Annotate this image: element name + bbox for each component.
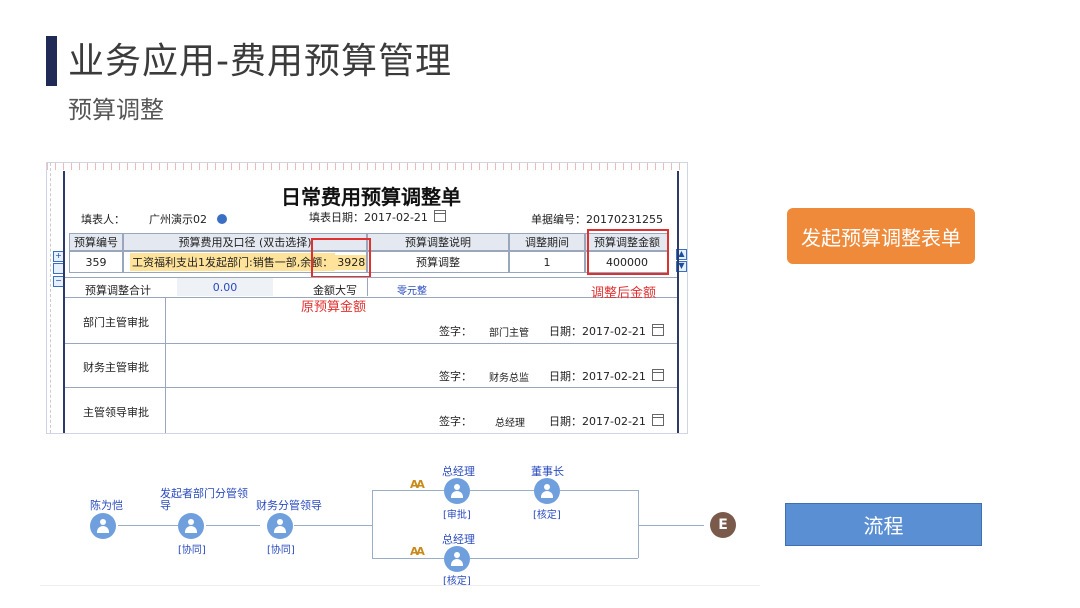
approval-date-leader: 日期：2017-02-21 [549, 413, 664, 429]
approval-label-finance: 财务主管审批 [83, 361, 149, 374]
divider [165, 297, 166, 433]
wf-node4-tag: [核定] [533, 510, 561, 521]
flow-connector [372, 558, 444, 559]
calendar-icon[interactable] [651, 324, 664, 336]
fill-date-label: 填表日期： [309, 211, 364, 224]
flow-connector [206, 525, 260, 526]
wf-node2-tag: [协同] [267, 545, 295, 556]
page-subtitle: 预算调整 [68, 96, 164, 124]
highlight-original-balance [311, 238, 371, 278]
flow-connector [294, 525, 372, 526]
wf-node1-name: 发起者部门分管领导 [160, 487, 248, 512]
calendar-icon[interactable] [433, 210, 446, 222]
start-budget-adjustment-button[interactable]: 发起预算调整表单 [787, 208, 975, 264]
group-icon[interactable] [267, 513, 293, 539]
divider [65, 297, 677, 298]
date-value: 2017-02-21 [582, 415, 646, 428]
person-icon[interactable] [90, 513, 116, 539]
approval-date-dept: 日期：2017-02-21 [549, 323, 664, 339]
fill-date-value: 2017-02-21 [364, 211, 428, 224]
calendar-icon[interactable] [651, 369, 664, 381]
wf-start-name: 陈为恺 [90, 499, 123, 512]
date-value: 2017-02-21 [582, 325, 646, 338]
end-node[interactable]: E [710, 512, 736, 538]
flow-connector [470, 558, 638, 559]
flow-connector [118, 525, 178, 526]
flow-connector [372, 490, 444, 491]
sign-label-finance: 签字： [439, 370, 472, 383]
approval-sign-icon: Ꜳ [410, 478, 425, 491]
form-title: 日常费用预算调整单 [281, 185, 461, 209]
col-header-period: 调整期间 [509, 233, 585, 251]
group-icon[interactable] [444, 546, 470, 572]
flow-connector [470, 490, 534, 491]
cell-description[interactable]: 预算调整 [367, 251, 509, 273]
divider [40, 585, 760, 586]
col-header-description: 预算调整说明 [367, 233, 509, 251]
signer-dept: 部门主管 [489, 328, 529, 339]
flow-button[interactable]: 流程 [785, 503, 982, 546]
doc-number-value: 20170231255 [586, 213, 663, 226]
approval-sign-icon: Ꜳ [410, 545, 425, 558]
budget-adjustment-form: + − ▲ ▼ 日常费用预算调整单 填表人： 广州演示02 填表日期：2017-… [46, 162, 688, 434]
group-icon[interactable] [534, 478, 560, 504]
approval-label-dept: 部门主管审批 [83, 316, 149, 329]
divider [65, 343, 677, 344]
coordination-icon[interactable] [178, 513, 204, 539]
total-label: 预算调整合计 [85, 284, 151, 297]
annotation-original-balance: 原预算金额 [301, 300, 367, 315]
signer-finance: 财务总监 [489, 373, 529, 384]
flow-connector [638, 525, 704, 526]
sign-label-leader: 签字： [439, 415, 472, 428]
filler-label: 填表人： [81, 213, 125, 226]
fill-date: 填表日期：2017-02-21 [309, 209, 446, 225]
wf-node1-tag: [协同] [178, 545, 206, 556]
flow-connector [638, 490, 639, 558]
date-label: 日期： [549, 325, 582, 338]
doc-number-label: 单据编号： [531, 213, 586, 226]
divider [65, 277, 677, 278]
date-value: 2017-02-21 [582, 370, 646, 383]
sign-label-dept: 签字： [439, 325, 472, 338]
signer-leader: 总经理 [495, 418, 525, 429]
wf-node3-name: 总经理 [442, 465, 475, 478]
user-icon [216, 214, 227, 224]
cell-budget-no[interactable]: 359 [69, 251, 123, 273]
filler-value: 广州演示02 [149, 211, 227, 227]
approval-date-finance: 日期：2017-02-21 [549, 368, 664, 384]
total-value: 0.00 [177, 278, 273, 296]
highlight-adjusted-amount [587, 229, 669, 275]
amount-upper-value: 零元整 [397, 286, 427, 297]
page-title: 业务应用-费用预算管理 [68, 41, 452, 82]
calendar-icon[interactable] [651, 414, 664, 426]
budget-item-text: 工资福利支出1发起部门:销售一部,余额： [130, 253, 336, 271]
title-accent-bar [46, 36, 57, 86]
ruler-top [47, 163, 687, 170]
filler-name: 广州演示02 [149, 213, 207, 226]
group-icon[interactable] [444, 478, 470, 504]
approval-label-leader: 主管领导审批 [83, 406, 149, 419]
divider [65, 387, 677, 388]
cell-period[interactable]: 1 [509, 251, 585, 273]
col-header-budget-no: 预算编号 [69, 233, 123, 251]
date-label: 日期： [549, 415, 582, 428]
date-label: 日期： [549, 370, 582, 383]
form-body: 日常费用预算调整单 填表人： 广州演示02 填表日期：2017-02-21 单据… [63, 171, 679, 433]
wf-node5-name: 总经理 [442, 533, 475, 546]
wf-node3-tag: [审批] [443, 510, 471, 521]
ruler-left [47, 163, 51, 433]
flow-connector [560, 490, 638, 491]
flow-connector [372, 490, 373, 558]
wf-node2-name: 财务分管领导 [256, 499, 322, 512]
divider [367, 278, 368, 296]
annotation-adjusted-amount: 调整后金额 [591, 286, 657, 301]
wf-node4-name: 董事长 [531, 465, 564, 478]
doc-number: 单据编号：20170231255 [531, 211, 663, 227]
